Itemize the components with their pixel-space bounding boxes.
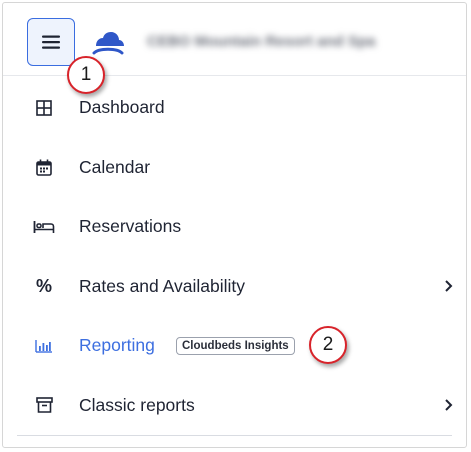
step-callout-2: 2	[309, 326, 347, 364]
property-name[interactable]: CEBO Mountain Resort and Spa	[147, 33, 375, 50]
cloudbeds-logo	[92, 32, 124, 55]
sidebar-item-classic-reports[interactable]: Classic reports	[3, 376, 466, 436]
hamburger-menu-button[interactable]	[27, 18, 75, 66]
sidebar-item-rates-and-availability[interactable]: % Rates and Availability	[3, 257, 466, 317]
sidebar-item-label: Rates and Availability	[79, 275, 246, 296]
sidebar-item-label: Dashboard	[79, 97, 165, 118]
dashboard-grid-icon	[33, 97, 55, 119]
divider	[17, 435, 452, 436]
insights-badge: Cloudbeds Insights	[176, 336, 295, 355]
sidebar-item-calendar[interactable]: Calendar	[3, 138, 466, 198]
sidebar-item-label: Classic reports	[79, 394, 195, 415]
sidebar-item-label: Reservations	[79, 216, 182, 237]
archive-box-icon	[33, 394, 55, 416]
step-callout-1: 1	[67, 56, 105, 94]
hamburger-icon	[42, 35, 60, 49]
chevron-right-icon	[445, 399, 453, 411]
calendar-icon	[33, 156, 55, 178]
sidebar-item-label: Calendar	[79, 156, 151, 177]
chevron-right-icon	[445, 280, 453, 292]
bed-icon	[33, 216, 55, 238]
sidebar-nav: Dashboard Calendar Reservations % Rates …	[3, 78, 466, 435]
sidebar-item-reservations[interactable]: Reservations	[3, 197, 466, 257]
sidebar-item-label: Reporting	[79, 335, 155, 356]
sidebar-item-reporting[interactable]: Reporting Cloudbeds Insights	[3, 316, 466, 376]
bar-chart-icon	[33, 335, 55, 357]
percent-icon: %	[35, 275, 52, 296]
